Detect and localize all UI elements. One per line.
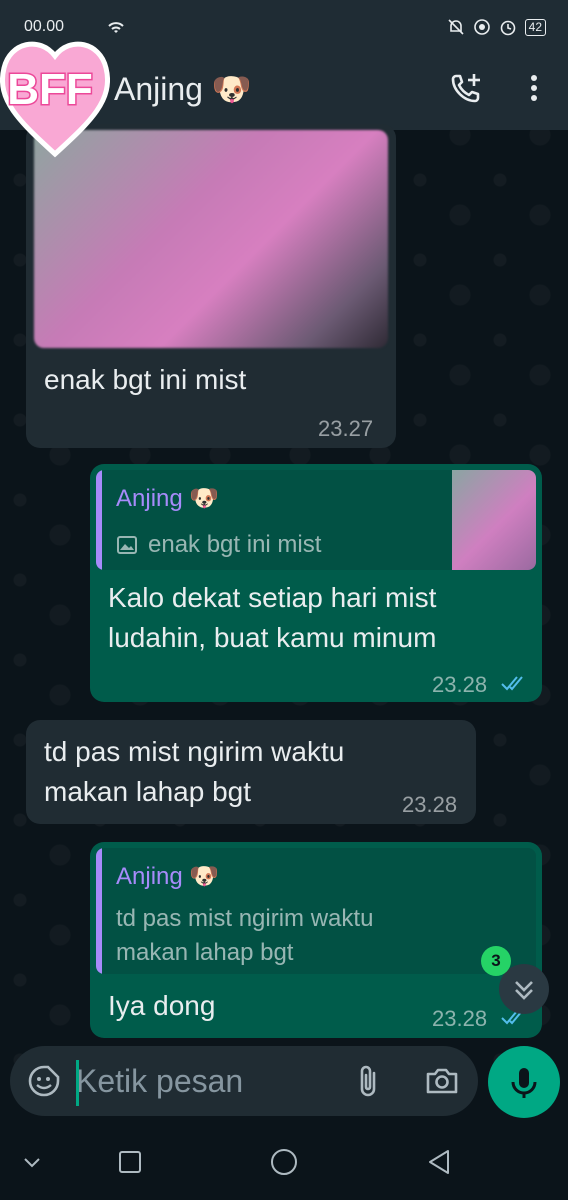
incoming-message[interactable]: td pas mist ngirim waktu makan lahap bgt… — [26, 720, 476, 824]
text-caret — [76, 1060, 79, 1106]
microphone-icon — [511, 1068, 537, 1098]
read-ticks-icon — [501, 676, 523, 691]
quote-author: Anjing 🐶 — [116, 485, 220, 512]
incoming-message-image[interactable]: enak bgt ini mist 23.27 — [26, 124, 396, 448]
emoji-sticker-icon[interactable] — [26, 1063, 62, 1099]
outgoing-message-reply[interactable]: Anjing 🐶 td pas mist ngirim waktu makan … — [90, 842, 542, 1038]
data-saver-icon — [473, 19, 490, 35]
quote-text: enak bgt ini mist — [148, 531, 322, 558]
system-navigation-bar — [0, 1126, 568, 1200]
message-text: enak bgt ini mist — [44, 364, 247, 395]
quote-accent-bar — [96, 470, 102, 570]
message-text-line-2: makan lahap bgt — [44, 776, 252, 807]
message-time: 23.28 — [432, 672, 488, 697]
back-icon[interactable] — [424, 1147, 454, 1177]
message-text-line-1: td pas mist ngirim waktu — [44, 736, 345, 767]
blurred-photo[interactable] — [34, 130, 388, 348]
quote-thumbnail — [452, 470, 536, 570]
status-right: 42 — [447, 18, 546, 36]
quoted-message[interactable]: Anjing 🐶 enak bgt ini mist — [96, 470, 536, 570]
recent-apps-icon[interactable] — [116, 1148, 144, 1176]
home-icon[interactable] — [268, 1146, 300, 1178]
battery-indicator: 42 — [524, 18, 546, 36]
contact-name[interactable]: Anjing 🐶 — [114, 70, 252, 108]
quoted-message[interactable]: Anjing 🐶 td pas mist ngirim waktu makan … — [96, 848, 536, 974]
message-time: 23.27 — [318, 416, 374, 441]
message-input[interactable] — [76, 1060, 336, 1102]
message-text-line-2: ludahin, buat kamu minum — [108, 622, 437, 653]
message-time: 23.28 — [432, 1006, 488, 1031]
mute-bell-icon — [448, 19, 464, 35]
nav-collapse-chevron-icon[interactable] — [20, 1150, 44, 1174]
camera-icon[interactable] — [424, 1063, 460, 1099]
quote-text-line-1: td pas mist ngirim waktu — [116, 905, 374, 932]
quote-text-line-2: makan lahap bgt — [116, 939, 294, 966]
more-options-icon[interactable] — [516, 70, 552, 106]
voice-message-button[interactable] — [488, 1046, 560, 1118]
sticker-text: BFF — [7, 65, 93, 114]
alarm-icon — [500, 20, 515, 36]
message-text: Iya dong — [108, 990, 216, 1021]
add-call-icon[interactable] — [448, 70, 484, 106]
photo-icon — [117, 536, 137, 554]
bff-heart-sticker: BFF — [0, 41, 110, 158]
attach-icon[interactable] — [354, 1063, 384, 1099]
message-text-line-1: Kalo dekat setiap hari mist — [108, 582, 437, 613]
quote-author: Anjing 🐶 — [116, 863, 220, 890]
outgoing-message-reply[interactable]: Anjing 🐶 enak bgt ini mist Kalo dekat se… — [90, 464, 542, 702]
message-time: 23.28 — [402, 792, 458, 817]
message-input-bar — [10, 1046, 478, 1116]
quote-accent-bar — [96, 848, 102, 974]
unread-count-badge[interactable]: 3 — [481, 946, 511, 976]
